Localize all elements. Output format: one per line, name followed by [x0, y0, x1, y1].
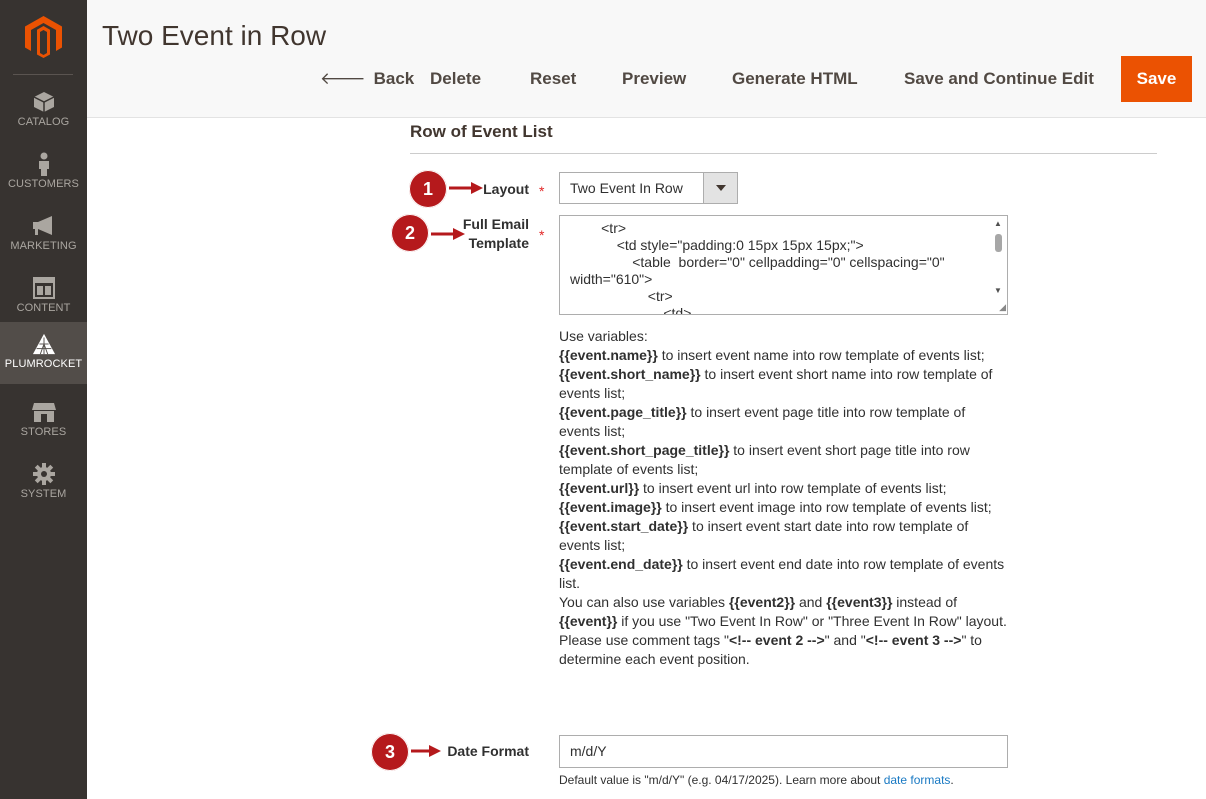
sidebar-item-plumrocket[interactable]: PLUMROCKET — [0, 322, 87, 384]
help-line: {{event.name}} to insert event name into… — [559, 347, 985, 363]
layout-icon — [32, 276, 56, 300]
save-and-continue-button[interactable]: Save and Continue Edit — [904, 56, 1094, 102]
cube-icon — [32, 90, 56, 114]
template-textarea[interactable]: <tr> <td style="padding:0 15px 15px 15px… — [559, 215, 1008, 315]
help-also: You can also use variables {{event2}} an… — [559, 594, 1007, 629]
help-comment: Please use comment tags "<!-- event 2 --… — [559, 632, 982, 667]
sidebar-item-customers[interactable]: CUSTOMERS — [0, 142, 87, 204]
layout-label: Layout — [483, 181, 529, 197]
date-format-note: Default value is "m/d/Y" (e.g. 04/17/202… — [559, 773, 954, 787]
scroll-up-icon[interactable]: ▲ — [994, 219, 1002, 228]
template-label-line1: Full Email — [462, 216, 529, 232]
help-line: {{event.page_title}} to insert event pag… — [559, 404, 966, 439]
sidebar-item-label: CUSTOMERS — [8, 178, 79, 190]
help-line: {{event.short_name}} to insert event sho… — [559, 366, 993, 401]
sidebar-item-label: STORES — [20, 426, 67, 438]
date-format-label: Date Format — [447, 743, 529, 759]
required-marker: * — [539, 227, 545, 243]
sidebar-item-label: MARKETING — [10, 240, 77, 252]
megaphone-icon — [32, 214, 56, 238]
generate-html-button[interactable]: Generate HTML — [732, 56, 858, 102]
sidebar-item-catalog[interactable]: CATALOG — [0, 80, 87, 142]
store-icon — [31, 400, 56, 424]
page-header: Two Event in Row 🡐 Back Delete Reset Prev… — [87, 0, 1206, 118]
date-format-input[interactable]: m/d/Y — [559, 735, 1008, 768]
sidebar-item-marketing[interactable]: MARKETING — [0, 204, 87, 266]
template-help-text: Use variables: {{event.name}} to insert … — [559, 327, 1009, 669]
reset-button[interactable]: Reset — [530, 56, 576, 102]
scroll-thumb[interactable] — [995, 234, 1002, 252]
help-intro: Use variables: — [559, 328, 648, 344]
sidebar-item-system[interactable]: SYSTEM — [0, 452, 87, 514]
callout-badge: 2 — [391, 214, 429, 252]
textarea-scrollbar[interactable]: ▲ ▼ — [991, 216, 1007, 314]
admin-sidebar: CATALOG CUSTOMERS MARKETING CONTENT PLUM… — [0, 0, 87, 799]
help-line: {{event.start_date}} to insert event sta… — [559, 518, 969, 553]
layout-select-value: Two Event In Row — [570, 180, 683, 196]
sidebar-divider — [13, 74, 73, 75]
layout-select[interactable]: Two Event In Row — [559, 172, 738, 204]
section-title: Row of Event List — [410, 122, 553, 141]
scroll-down-icon[interactable]: ▼ — [994, 286, 1002, 295]
sidebar-item-content[interactable]: CONTENT — [0, 266, 87, 328]
arrow-left-icon: 🡐 — [320, 69, 366, 88]
required-marker: * — [539, 183, 545, 199]
help-line: {{event.url}} to insert event url into r… — [559, 480, 947, 496]
section-divider — [410, 153, 1157, 154]
preview-button[interactable]: Preview — [622, 56, 686, 102]
template-label: Full Email Template — [440, 215, 529, 253]
sidebar-item-label: CATALOG — [17, 116, 70, 128]
template-label-line2: Template — [468, 235, 529, 251]
back-label: Back — [373, 69, 415, 88]
sidebar-item-stores[interactable]: STORES — [0, 390, 87, 452]
save-button[interactable]: Save — [1121, 56, 1192, 102]
person-icon — [32, 152, 56, 176]
magento-logo-icon[interactable] — [25, 16, 62, 58]
page-title: Two Event in Row — [102, 20, 327, 51]
sidebar-item-label: SYSTEM — [20, 488, 67, 500]
help-line: {{event.short_page_title}} to insert eve… — [559, 442, 970, 477]
date-formats-link[interactable]: date formats — [884, 773, 951, 787]
callout-badge: 3 — [371, 733, 409, 771]
resize-grip-icon[interactable]: ◢ — [999, 302, 1006, 313]
gear-icon — [32, 462, 56, 486]
delete-button[interactable]: Delete — [430, 56, 481, 102]
sidebar-item-label: CONTENT — [16, 302, 71, 314]
chevron-down-icon[interactable] — [703, 173, 737, 203]
template-code: <tr> <td style="padding:0 15px 15px 15px… — [570, 220, 945, 315]
plumrocket-icon — [32, 332, 56, 356]
help-line: {{event.end_date}} to insert event end d… — [559, 556, 1005, 591]
back-button[interactable]: 🡐 Back — [320, 56, 414, 102]
sidebar-item-label: PLUMROCKET — [4, 358, 83, 370]
help-line: {{event.image}} to insert event image in… — [559, 499, 992, 515]
